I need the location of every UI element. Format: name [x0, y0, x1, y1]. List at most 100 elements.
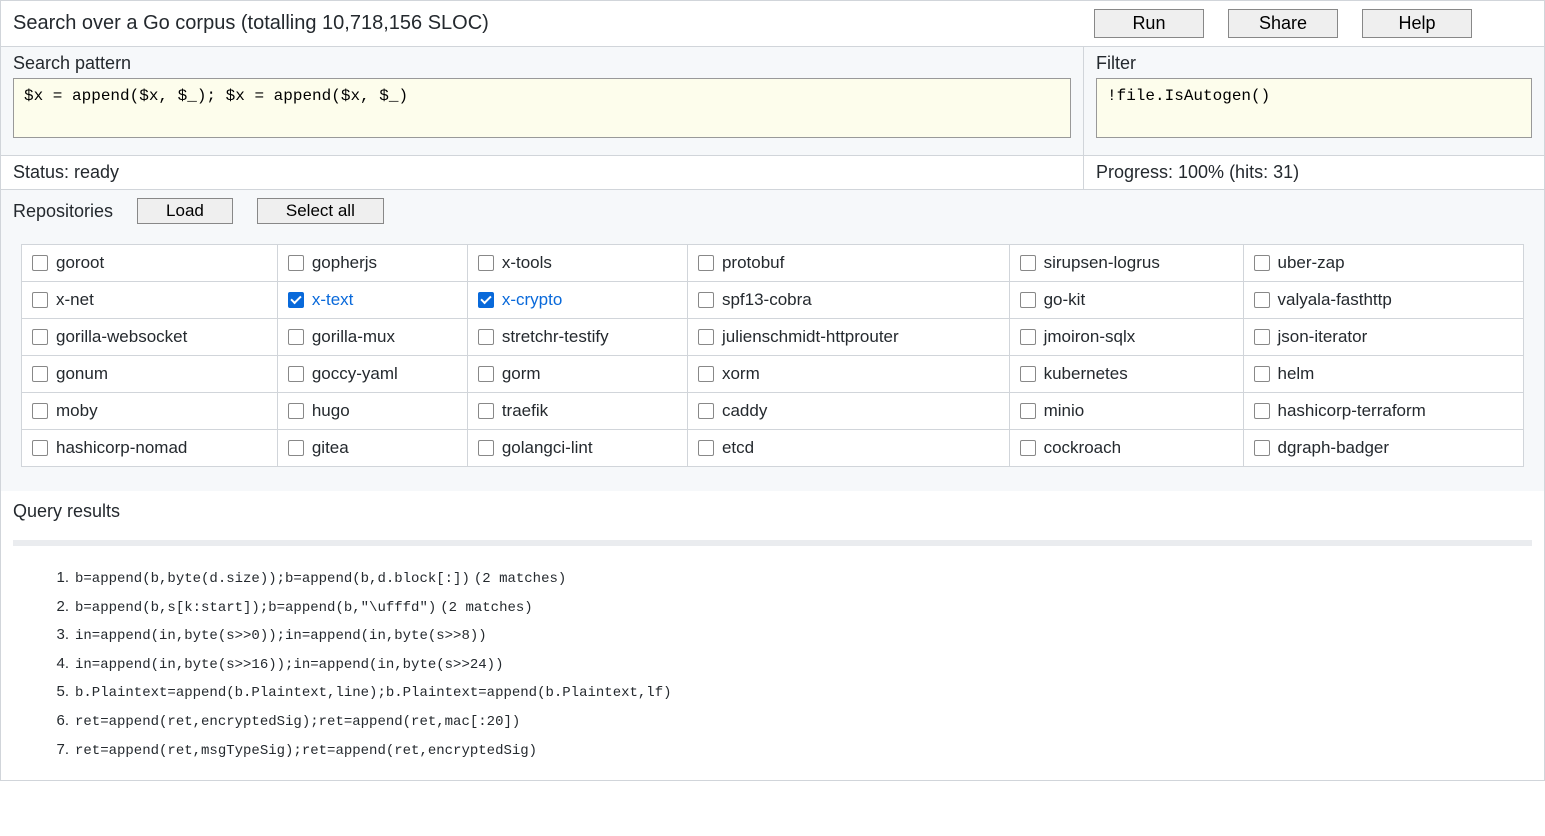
repo-checkbox[interactable] [1020, 255, 1036, 271]
result-item[interactable]: 5.b.Plaintext=append(b.Plaintext,line);b… [47, 678, 1532, 707]
repo-checkbox[interactable] [698, 440, 714, 456]
result-match-count: (2 matches) [440, 595, 532, 622]
repo-name[interactable]: gitea [312, 438, 349, 458]
repo-name[interactable]: julienschmidt-httprouter [722, 327, 899, 347]
repo-name[interactable]: etcd [722, 438, 754, 458]
repo-name[interactable]: spf13-cobra [722, 290, 812, 310]
repo-checkbox[interactable] [288, 255, 304, 271]
repo-checkbox[interactable] [32, 366, 48, 382]
repo-name[interactable]: minio [1044, 401, 1085, 421]
repo-name[interactable]: x-tools [502, 253, 552, 273]
repo-name[interactable]: hashicorp-nomad [56, 438, 187, 458]
result-item[interactable]: 3.in=append(in,byte(s>>0));in=append(in,… [47, 621, 1532, 650]
repo-checkbox[interactable] [478, 255, 494, 271]
repo-cell: json-iterator [1243, 319, 1524, 356]
repo-cell: traefik [467, 393, 687, 430]
repo-name[interactable]: gorilla-mux [312, 327, 395, 347]
repo-checkbox[interactable] [698, 366, 714, 382]
repo-checkbox[interactable] [698, 403, 714, 419]
repo-cell: x-crypto [467, 282, 687, 319]
repo-name[interactable]: golangci-lint [502, 438, 593, 458]
repo-name[interactable]: kubernetes [1044, 364, 1128, 384]
repo-checkbox[interactable] [32, 403, 48, 419]
repo-name[interactable]: jmoiron-sqlx [1044, 327, 1136, 347]
repo-checkbox[interactable] [32, 329, 48, 345]
repo-name[interactable]: sirupsen-logrus [1044, 253, 1160, 273]
result-item[interactable]: 6.ret=append(ret,encryptedSig);ret=appen… [47, 707, 1532, 736]
repo-checkbox[interactable] [698, 255, 714, 271]
help-button[interactable]: Help [1362, 9, 1472, 38]
load-button[interactable]: Load [137, 198, 233, 224]
repo-name[interactable]: cockroach [1044, 438, 1121, 458]
repo-name[interactable]: json-iterator [1278, 327, 1368, 347]
repo-name[interactable]: helm [1278, 364, 1315, 384]
repo-checkbox[interactable] [1020, 366, 1036, 382]
repo-checkbox[interactable] [1020, 440, 1036, 456]
repositories-label: Repositories [13, 201, 113, 222]
repo-name[interactable]: gonum [56, 364, 108, 384]
result-number: 2. [47, 593, 69, 622]
repo-checkbox[interactable] [478, 366, 494, 382]
result-number: 6. [47, 707, 69, 736]
repo-checkbox[interactable] [1020, 292, 1036, 308]
repo-checkbox[interactable] [288, 366, 304, 382]
result-item[interactable]: 1.b=append(b,byte(d.size));b=append(b,d.… [47, 564, 1532, 593]
repo-name[interactable]: hashicorp-terraform [1278, 401, 1426, 421]
repo-cell: valyala-fasthttp [1243, 282, 1524, 319]
repo-name[interactable]: caddy [722, 401, 767, 421]
repo-checkbox[interactable] [32, 292, 48, 308]
repo-checkbox[interactable] [1020, 403, 1036, 419]
repo-name[interactable]: uber-zap [1278, 253, 1345, 273]
repo-cell: go-kit [1009, 282, 1243, 319]
result-code: b=append(b,s[k:start]);b=append(b,"\ufff… [75, 595, 436, 622]
repo-checkbox[interactable] [478, 403, 494, 419]
result-item[interactable]: 7.ret=append(ret,msgTypeSig);ret=append(… [47, 736, 1532, 765]
repo-name[interactable]: dgraph-badger [1278, 438, 1390, 458]
repo-name[interactable]: goroot [56, 253, 104, 273]
select-all-button[interactable]: Select all [257, 198, 384, 224]
repo-cell: moby [22, 393, 278, 430]
run-button[interactable]: Run [1094, 9, 1204, 38]
repo-name[interactable]: xorm [722, 364, 760, 384]
repo-checkbox[interactable] [1254, 403, 1270, 419]
repo-checkbox[interactable] [478, 329, 494, 345]
repo-name[interactable]: valyala-fasthttp [1278, 290, 1392, 310]
repo-checkbox[interactable] [1254, 329, 1270, 345]
repo-checkbox[interactable] [1254, 440, 1270, 456]
repo-name[interactable]: stretchr-testify [502, 327, 609, 347]
repo-checkbox[interactable] [1254, 292, 1270, 308]
repo-name[interactable]: moby [56, 401, 98, 421]
result-item[interactable]: 2.b=append(b,s[k:start]);b=append(b,"\uf… [47, 593, 1532, 622]
repo-name[interactable]: gopherjs [312, 253, 377, 273]
header-buttons: Run Share Help [1094, 9, 1532, 38]
search-pattern-input[interactable] [13, 78, 1071, 138]
repo-name[interactable]: hugo [312, 401, 350, 421]
repo-name[interactable]: goccy-yaml [312, 364, 398, 384]
repo-checkbox[interactable] [1020, 329, 1036, 345]
repo-name[interactable]: gorm [502, 364, 541, 384]
repo-checkbox[interactable] [32, 440, 48, 456]
repo-checkbox[interactable] [478, 440, 494, 456]
repo-name[interactable]: gorilla-websocket [56, 327, 187, 347]
filter-input[interactable] [1096, 78, 1532, 138]
repo-cell: dgraph-badger [1243, 430, 1524, 467]
repo-checkbox[interactable] [698, 329, 714, 345]
repo-checkbox[interactable] [288, 403, 304, 419]
repo-checkbox[interactable] [288, 329, 304, 345]
repo-checkbox[interactable] [478, 292, 494, 308]
repo-name[interactable]: x-text [312, 290, 354, 310]
repo-name[interactable]: x-crypto [502, 290, 562, 310]
repo-name[interactable]: protobuf [722, 253, 784, 273]
repo-checkbox[interactable] [1254, 255, 1270, 271]
repo-name[interactable]: x-net [56, 290, 94, 310]
repo-name[interactable]: traefik [502, 401, 548, 421]
share-button[interactable]: Share [1228, 9, 1338, 38]
result-code: in=append(in,byte(s>>16));in=append(in,b… [75, 652, 503, 679]
repo-checkbox[interactable] [288, 292, 304, 308]
repo-name[interactable]: go-kit [1044, 290, 1086, 310]
repo-checkbox[interactable] [32, 255, 48, 271]
result-item[interactable]: 4.in=append(in,byte(s>>16));in=append(in… [47, 650, 1532, 679]
repo-checkbox[interactable] [1254, 366, 1270, 382]
repo-checkbox[interactable] [288, 440, 304, 456]
repo-checkbox[interactable] [698, 292, 714, 308]
